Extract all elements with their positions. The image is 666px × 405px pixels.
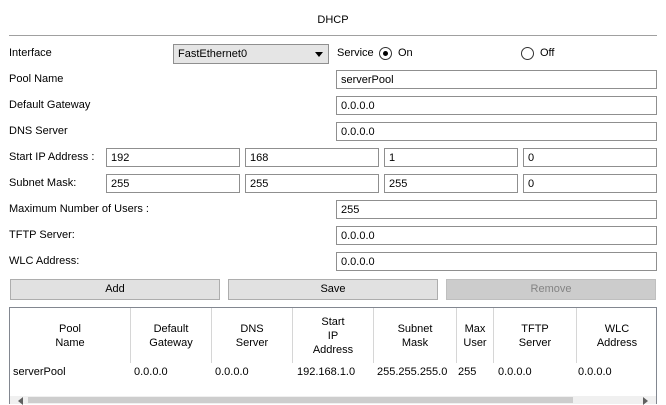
chevron-down-icon (315, 52, 323, 57)
service-off-radio[interactable] (521, 47, 534, 60)
pool-table: Pool Name Default Gateway DNS Server Sta… (9, 307, 657, 405)
service-on-label[interactable]: On (398, 47, 413, 59)
tftp-server-label: TFTP Server: (9, 229, 75, 241)
start-ip-octet-3[interactable] (384, 148, 518, 167)
column-header-subnet-mask[interactable]: Subnet Mask (374, 308, 456, 363)
subnet-mask-octet-4[interactable] (523, 174, 657, 193)
table-cell: 0.0.0.0 (578, 366, 612, 378)
interface-select[interactable]: FastEthernet0 (173, 44, 329, 64)
column-header-dns-server[interactable]: DNS Server (212, 308, 292, 363)
pool-name-input[interactable] (336, 70, 657, 89)
table-cell: 0.0.0.0 (134, 366, 168, 378)
title-separator (9, 35, 657, 36)
tftp-server-input[interactable] (336, 226, 657, 245)
table-cell: 255.255.255.0 (377, 366, 448, 378)
start-ip-octet-2[interactable] (245, 148, 379, 167)
subnet-mask-octet-3[interactable] (384, 174, 518, 193)
column-header-start-ip[interactable]: Start IP Address (293, 308, 373, 363)
scrollbar-thumb[interactable] (28, 397, 573, 403)
horizontal-scrollbar[interactable] (10, 396, 656, 405)
wlc-address-input[interactable] (336, 252, 657, 271)
wlc-address-label: WLC Address: (9, 255, 80, 267)
table-cell: 192.168.1.0 (297, 366, 356, 378)
subnet-mask-octet-2[interactable] (245, 174, 379, 193)
subnet-mask-octet-1[interactable] (106, 174, 240, 193)
column-header-default-gateway[interactable]: Default Gateway (131, 308, 211, 363)
interface-select-value: FastEthernet0 (178, 48, 248, 60)
default-gateway-label: Default Gateway (9, 99, 91, 111)
column-header-pool-name[interactable]: Pool Name (10, 308, 130, 363)
start-ip-label: Start IP Address : (9, 151, 95, 163)
table-cell: 0.0.0.0 (498, 366, 532, 378)
start-ip-octet-1[interactable] (106, 148, 240, 167)
table-cell: 255 (458, 366, 477, 378)
table-cell: 0.0.0.0 (215, 366, 249, 378)
column-header-tftp-server[interactable]: TFTP Server (494, 308, 576, 363)
max-users-label: Maximum Number of Users : (9, 203, 149, 215)
table-cell: serverPool (13, 366, 66, 378)
column-header-wlc-address[interactable]: WLC Address (577, 308, 657, 363)
panel-title: DHCP (317, 14, 349, 26)
save-button[interactable]: Save (228, 279, 438, 300)
dns-server-label: DNS Server (9, 125, 68, 137)
subnet-mask-label: Subnet Mask: (9, 177, 77, 189)
start-ip-octet-4[interactable] (523, 148, 657, 167)
add-button[interactable]: Add (10, 279, 220, 300)
max-users-input[interactable] (336, 200, 657, 219)
interface-label: Interface (9, 47, 52, 59)
default-gateway-input[interactable] (336, 96, 657, 115)
dns-server-input[interactable] (336, 122, 657, 141)
service-label: Service (337, 47, 374, 59)
column-header-max-user[interactable]: Max User (457, 308, 493, 363)
service-off-label[interactable]: Off (540, 47, 554, 59)
service-on-radio[interactable] (379, 47, 392, 60)
remove-button[interactable]: Remove (446, 279, 656, 300)
pool-name-label: Pool Name (9, 73, 64, 85)
